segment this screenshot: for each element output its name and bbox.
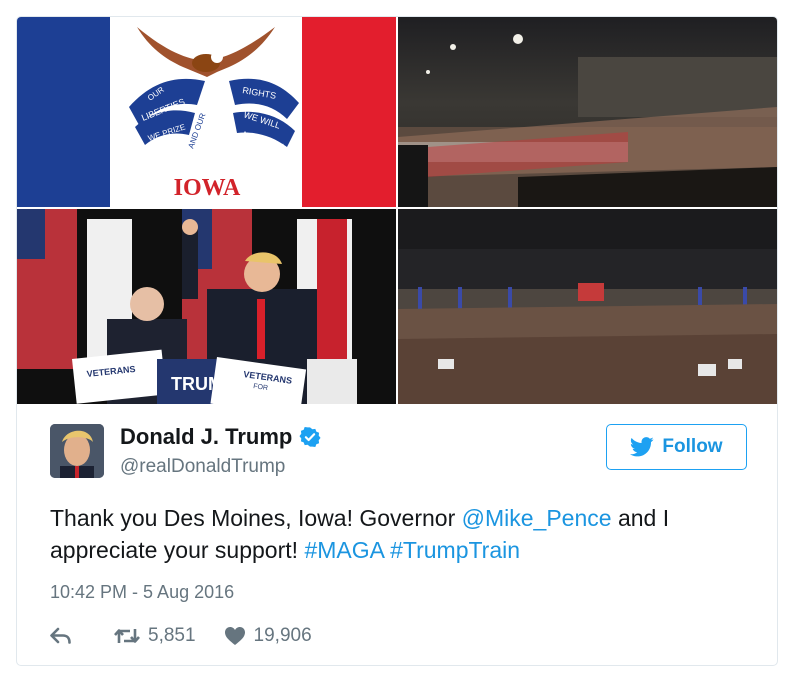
tweet-card: OUR LIBERTIES WE PRIZE AND OUR RIGHTS WE…: [16, 16, 778, 666]
photo-crowd-hall[interactable]: [398, 209, 777, 404]
author-name[interactable]: Donald J. Trump: [120, 424, 292, 450]
media-grid[interactable]: OUR LIBERTIES WE PRIZE AND OUR RIGHTS WE…: [17, 17, 777, 404]
timestamp[interactable]: 10:42 PM - 5 Aug 2016: [50, 582, 234, 603]
tweet-actions: 5,851 19,906: [50, 625, 312, 647]
heart-icon: [224, 627, 245, 645]
reply-button[interactable]: [50, 627, 80, 645]
avatar[interactable]: [50, 424, 104, 478]
tweet-text: Thank you Des Moines, Iowa! Governor @Mi…: [50, 502, 740, 566]
retweet-count: 5,851: [148, 625, 196, 646]
photo-iowa-flag[interactable]: OUR LIBERTIES WE PRIZE AND OUR RIGHTS WE…: [17, 17, 396, 207]
retweet-button[interactable]: 5,851: [114, 625, 196, 647]
tweet-body: Donald J. Trump @realDonaldTrump Follow …: [17, 404, 777, 665]
crowd-arena-image: [398, 17, 777, 207]
avatar-image: [50, 424, 104, 478]
follow-label: Follow: [662, 436, 723, 457]
author-handle[interactable]: @realDonaldTrump: [120, 456, 285, 478]
like-button[interactable]: 19,906: [224, 625, 312, 647]
photo-pence-trump-stage[interactable]: VETERANS VETERANS FOR TRUMP: [17, 209, 396, 404]
hashtag-link-trumptrain[interactable]: #TrumpTrain: [390, 537, 520, 563]
iowa-flag-image: OUR LIBERTIES WE PRIZE AND OUR RIGHTS WE…: [17, 17, 396, 207]
stage-image: VETERANS VETERANS FOR TRUMP: [17, 209, 396, 404]
author-row[interactable]: Donald J. Trump: [120, 424, 321, 450]
mention-link[interactable]: @Mike_Pence: [462, 505, 612, 531]
sign-text-trump: TRUMP: [171, 374, 235, 394]
photo-crowd-arena[interactable]: [398, 17, 777, 207]
reply-icon: [50, 627, 71, 644]
verified-badge-icon: [299, 427, 321, 447]
twitter-bird-icon: [630, 437, 655, 457]
flag-state-name: IOWA: [174, 175, 241, 201]
like-count: 19,906: [253, 625, 312, 646]
tweet-text-part-1: Thank you Des Moines, Iowa! Governor: [50, 505, 462, 531]
follow-button[interactable]: Follow: [606, 424, 747, 470]
hashtag-link-maga[interactable]: #MAGA: [304, 537, 383, 563]
crowd-hall-image: [398, 209, 777, 404]
retweet-icon: [114, 629, 140, 643]
